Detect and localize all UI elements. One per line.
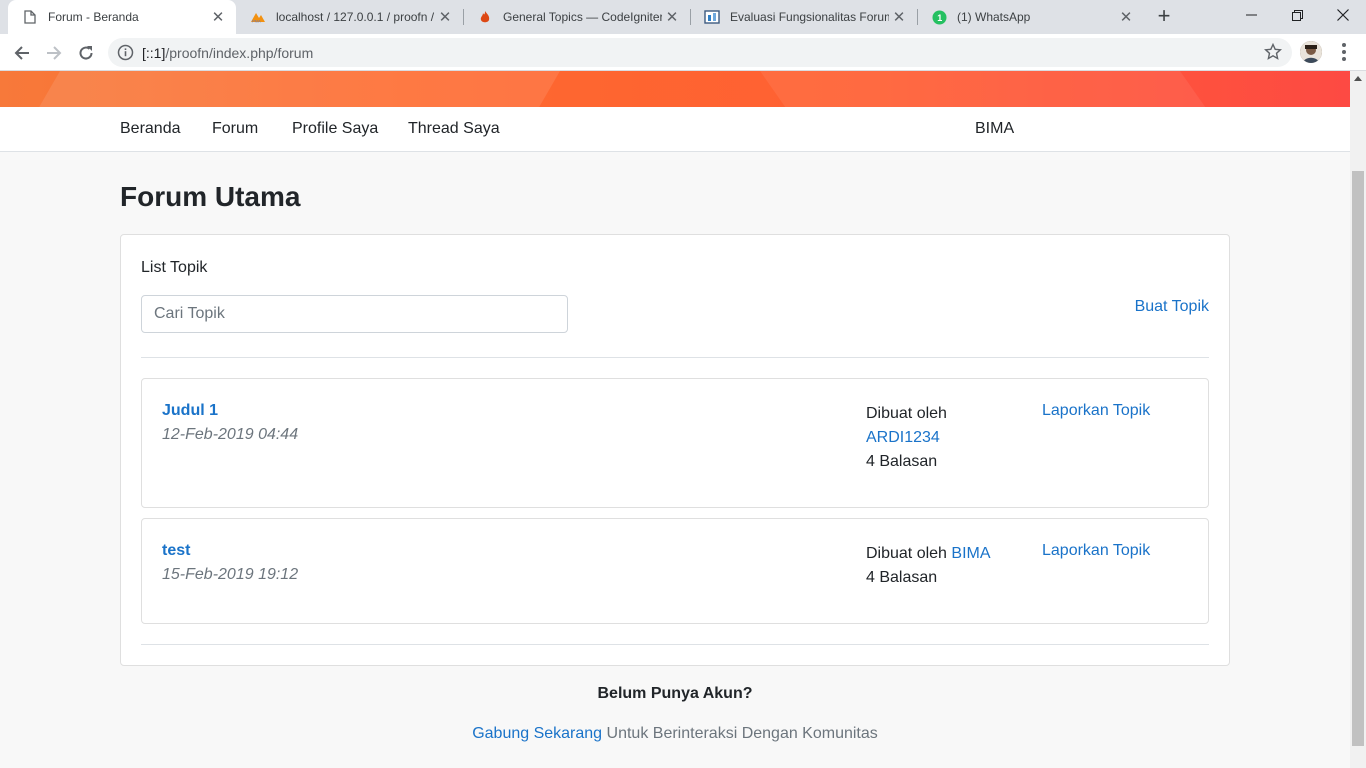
tab-title: localhost / 127.0.0.1 / proofn /: [276, 10, 435, 24]
page-title: Forum Utama: [120, 181, 301, 212]
signup-line: Gabung Sekarang Untuk Berinteraksi Denga…: [0, 725, 1350, 743]
bookmark-star-icon[interactable]: [1263, 42, 1283, 61]
browser-tab-codeigniter[interactable]: General Topics — CodeIgniter ✕: [463, 0, 690, 34]
signup-heading: Belum Punya Akun?: [597, 685, 753, 702]
close-tab-icon[interactable]: ✕: [889, 8, 909, 26]
topic-item: Judul 1 12-Feb-2019 04:44 Dibuat oleh AR…: [141, 378, 1209, 508]
browser-tab-evaluasi[interactable]: Evaluasi Fungsionalitas Forum ✕: [690, 0, 917, 34]
browser-tab-whatsapp[interactable]: 1 (1) WhatsApp ✕: [917, 0, 1144, 34]
search-topic-input[interactable]: [141, 295, 568, 333]
divider: [141, 644, 1209, 645]
nav-profile-saya[interactable]: Profile Saya: [292, 120, 378, 138]
url-text: [::1]/proofn/index.php/forum: [142, 45, 313, 61]
divider: [141, 357, 1209, 358]
topic-title-link[interactable]: test: [162, 542, 190, 560]
tab-title: General Topics — CodeIgniter: [503, 10, 662, 24]
whatsapp-badge: 1: [937, 13, 942, 23]
url-host: [::1]: [142, 45, 166, 61]
topic-meta: Dibuat oleh BIMA 4 Balasan: [866, 542, 1016, 590]
topic-author-link[interactable]: ARDI1234: [866, 429, 940, 446]
info-icon[interactable]: [117, 44, 134, 61]
report-topic-link[interactable]: Laporkan Topik: [1042, 542, 1150, 560]
report-topic-link[interactable]: Laporkan Topik: [1042, 402, 1150, 420]
browser-tab-phpmyadmin[interactable]: PMA localhost / 127.0.0.1 / proofn / ✕: [236, 0, 463, 34]
whatsapp-icon: 1: [931, 9, 947, 25]
codeigniter-icon: [477, 9, 493, 25]
close-tab-icon[interactable]: ✕: [435, 8, 455, 26]
reload-icon[interactable]: [72, 39, 100, 67]
tab-title: Evaluasi Fungsionalitas Forum: [730, 10, 889, 24]
created-by-line: Dibuat oleh BIMA: [866, 542, 1016, 566]
topic-list-card: List Topik Buat Topik Judul 1 12-Feb-201…: [120, 234, 1230, 666]
scrollbar-thumb[interactable]: [1352, 171, 1364, 746]
nav-thread-saya[interactable]: Thread Saya: [408, 120, 500, 138]
created-by-label: Dibuat oleh: [866, 545, 947, 562]
close-window-icon[interactable]: [1320, 0, 1366, 30]
back-icon[interactable]: [8, 39, 36, 67]
nav-user-menu[interactable]: BIMA: [975, 120, 1014, 138]
topic-date: 12-Feb-2019 04:44: [162, 426, 299, 443]
address-bar[interactable]: [::1]/proofn/index.php/forum: [108, 38, 1292, 67]
nav-forum[interactable]: Forum: [212, 120, 258, 138]
browser-tab-forum-beranda[interactable]: Forum - Beranda ✕: [8, 0, 236, 34]
page-icon: [22, 9, 38, 25]
page-scrollbar[interactable]: [1350, 71, 1366, 768]
topic-meta: Dibuat oleh ARDI1234 4 Balasan: [866, 402, 1016, 474]
reply-count: 4 Balasan: [866, 569, 938, 586]
main-navbar: Beranda Forum Profile Saya Thread Saya B…: [0, 107, 1350, 152]
browser-menu-icon[interactable]: [1334, 40, 1354, 64]
tab-title: (1) WhatsApp: [957, 10, 1031, 24]
scroll-up-icon[interactable]: [1354, 76, 1362, 81]
topic-date: 15-Feb-2019 19:12: [162, 566, 299, 583]
nav-beranda[interactable]: Beranda: [120, 120, 181, 138]
reply-count: 4 Balasan: [866, 453, 938, 470]
document-icon: [704, 9, 720, 25]
page-viewport: Beranda Forum Profile Saya Thread Saya B…: [0, 71, 1350, 768]
phpmyadmin-icon: PMA: [250, 9, 266, 25]
header-banner: [0, 71, 1350, 107]
created-by-label: Dibuat oleh: [866, 405, 947, 422]
close-tab-icon[interactable]: ✕: [662, 8, 682, 26]
profile-avatar[interactable]: [1300, 41, 1322, 63]
topic-item: test 15-Feb-2019 19:12 Dibuat oleh BIMA …: [141, 518, 1209, 624]
url-path: /proofn/index.php/forum: [165, 45, 314, 61]
svg-text:PMA: PMA: [252, 19, 261, 24]
browser-toolbar: [::1]/proofn/index.php/forum: [0, 34, 1366, 71]
close-tab-icon[interactable]: ✕: [208, 8, 228, 26]
close-tab-icon[interactable]: ✕: [1116, 8, 1136, 26]
join-text: Untuk Berinteraksi Dengan Komunitas: [602, 725, 878, 742]
join-now-link[interactable]: Gabung Sekarang: [472, 725, 602, 742]
topic-author-link[interactable]: BIMA: [951, 545, 990, 562]
minimize-icon[interactable]: [1228, 0, 1274, 30]
create-topic-link[interactable]: Buat Topik: [1135, 298, 1209, 316]
topic-title-link[interactable]: Judul 1: [162, 402, 218, 420]
new-tab-button[interactable]: +: [1152, 5, 1176, 29]
list-topik-label: List Topik: [141, 259, 208, 276]
tab-title: Forum - Beranda: [48, 10, 139, 24]
forward-icon[interactable]: [40, 39, 68, 67]
browser-tab-strip: Forum - Beranda ✕ PMA localhost / 127.0.…: [0, 0, 1366, 34]
restore-icon[interactable]: [1274, 0, 1320, 30]
